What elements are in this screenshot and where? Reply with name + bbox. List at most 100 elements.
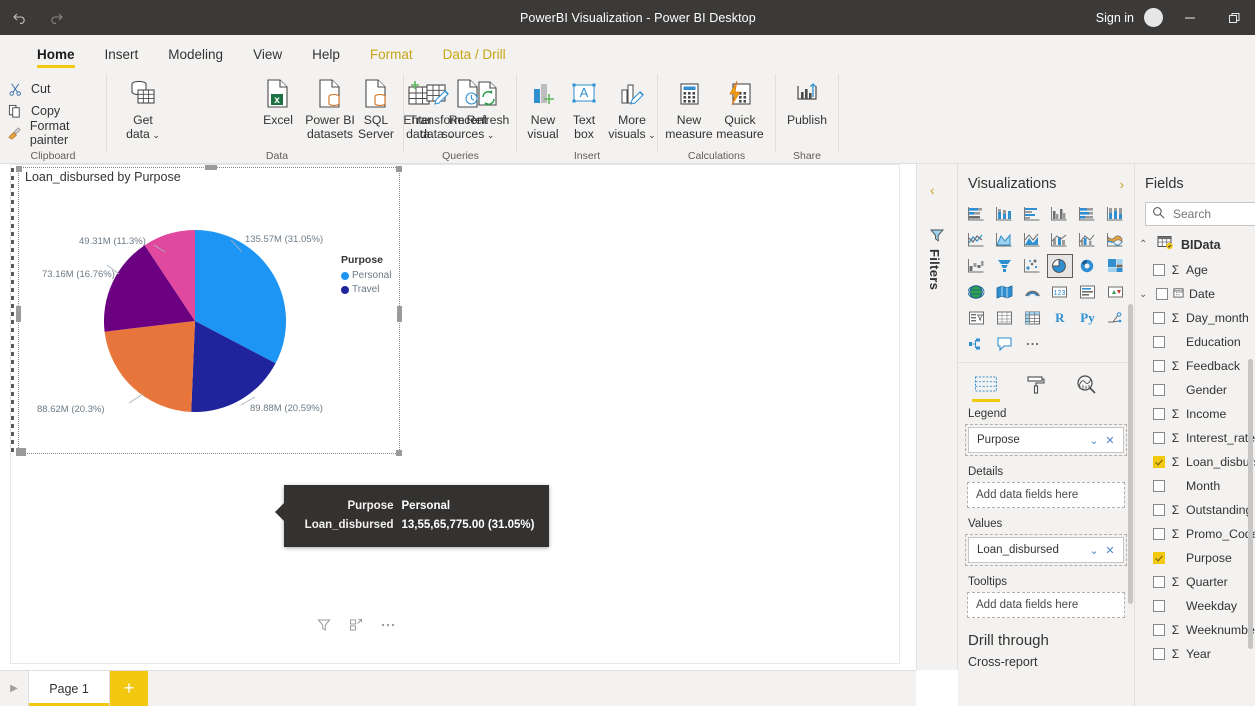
field-item-weekday[interactable]: Weekday <box>1135 594 1255 618</box>
field-checkbox-income[interactable] <box>1153 408 1165 420</box>
fields-pane-icon[interactable] <box>972 372 1000 402</box>
legend-item-travel[interactable]: Travel <box>341 283 391 297</box>
viz-waterfall-chart-icon[interactable] <box>964 254 990 278</box>
resize-handle-top-right[interactable] <box>396 166 402 172</box>
field-checkbox-education[interactable] <box>1153 336 1165 348</box>
field-checkbox-weeknumber[interactable] <box>1153 624 1165 636</box>
undo-icon[interactable] <box>8 7 30 29</box>
fields-table-bidata[interactable]: ⌃ BIData <box>1135 226 1255 258</box>
viz-line-clustered-column-icon[interactable] <box>1075 228 1101 252</box>
well-details-dropzone[interactable]: Add data fields here <box>967 482 1125 508</box>
tab-data-drill[interactable]: Data / Drill <box>428 47 521 69</box>
field-checkbox-weekday[interactable] <box>1153 600 1165 612</box>
sign-in-button[interactable]: Sign in <box>1096 11 1134 25</box>
viz-matrix-icon[interactable] <box>1019 306 1045 330</box>
report-page[interactable]: Loan_disbursed by Purpose 135.57M (31.05… <box>10 164 900 664</box>
viz-qna-icon[interactable] <box>992 332 1018 356</box>
field-item-loan-disbursed[interactable]: Σ Loan_disbursed <box>1135 450 1255 474</box>
field-checkbox-loan-disbursed[interactable] <box>1153 456 1165 468</box>
field-item-age[interactable]: Σ Age <box>1135 258 1255 282</box>
viz-more-visuals-ellipsis-icon[interactable] <box>1019 332 1045 356</box>
viz-stacked-column-chart-icon[interactable] <box>992 202 1018 226</box>
viz-card-icon[interactable]: 123 <box>1047 280 1073 304</box>
viz-clustered-bar-chart-icon[interactable] <box>1019 202 1045 226</box>
field-item-purpose[interactable]: Purpose <box>1135 546 1255 570</box>
field-checkbox-age[interactable] <box>1153 264 1165 276</box>
field-item-gender[interactable]: Gender <box>1135 378 1255 402</box>
tab-home[interactable]: Home <box>22 47 90 69</box>
redo-icon[interactable] <box>46 7 68 29</box>
field-item-month[interactable]: Month <box>1135 474 1255 498</box>
chevron-down-icon[interactable]: ⌄ <box>444 130 454 140</box>
legend-item-personal[interactable]: Personal <box>341 269 391 283</box>
viz-pie-chart-icon[interactable] <box>1046 254 1073 278</box>
viz-stacked-bar-chart-icon[interactable] <box>964 202 990 226</box>
tab-view[interactable]: View <box>238 47 297 69</box>
chevron-down-icon[interactable]: ⌄ <box>1086 544 1102 557</box>
field-checkbox-month[interactable] <box>1153 480 1165 492</box>
avatar[interactable] <box>1144 8 1163 27</box>
field-item-weeknumber[interactable]: Σ Weeknumber <box>1135 618 1255 642</box>
field-item-year[interactable]: Σ Year <box>1135 642 1255 666</box>
field-checkbox-quarter[interactable] <box>1153 576 1165 588</box>
viz-key-influencers-icon[interactable] <box>1102 306 1128 330</box>
tab-format[interactable]: Format <box>355 47 428 69</box>
tab-help[interactable]: Help <box>297 47 355 69</box>
fields-pane-scrollbar[interactable] <box>1248 359 1253 649</box>
focus-mode-icon[interactable] <box>348 617 364 633</box>
resize-handle-top-left[interactable] <box>16 166 22 172</box>
viz-100-stacked-column-chart-icon[interactable] <box>1102 202 1128 226</box>
resize-handle-top[interactable] <box>205 165 217 170</box>
field-checkbox-interest-rate[interactable] <box>1153 432 1165 444</box>
field-item-quarter[interactable]: Σ Quarter <box>1135 570 1255 594</box>
report-canvas[interactable]: Loan_disbursed by Purpose 135.57M (31.05… <box>0 164 916 670</box>
field-checkbox-outstanding[interactable] <box>1153 504 1165 516</box>
field-checkbox-date[interactable] <box>1156 288 1168 300</box>
chevron-down-icon[interactable]: ⌄ <box>150 130 160 140</box>
field-checkbox-feedback[interactable] <box>1153 360 1165 372</box>
viz-filled-map-icon[interactable] <box>992 280 1018 304</box>
field-checkbox-day-month[interactable] <box>1153 312 1165 324</box>
viz-treemap-icon[interactable] <box>1102 254 1128 278</box>
chevron-right-icon[interactable]: › <box>1120 177 1124 192</box>
viz-line-stacked-column-icon[interactable] <box>1047 228 1073 252</box>
viz-python-visual-icon[interactable]: Py <box>1075 306 1101 330</box>
text-box-button[interactable]: A Text box <box>561 74 607 141</box>
new-visual-button[interactable]: New visual <box>520 74 566 141</box>
remove-field-icon[interactable]: ✕ <box>1102 544 1118 557</box>
filters-pane-collapsed[interactable]: ‹ Filters <box>916 164 958 670</box>
quick-measure-button[interactable]: Quick measure <box>711 74 769 141</box>
viz-table-icon[interactable] <box>992 306 1018 330</box>
viz-area-chart-icon[interactable] <box>992 228 1018 252</box>
well-tooltips-dropzone[interactable]: Add data fields here <box>967 592 1125 618</box>
fields-search-box[interactable] <box>1145 202 1255 226</box>
publish-button[interactable]: Publish <box>776 74 838 128</box>
viz-100-stacked-bar-chart-icon[interactable] <box>1075 202 1101 226</box>
field-item-promo-code[interactable]: Σ Promo_Code <box>1135 522 1255 546</box>
get-data-button[interactable]: Get data ⌄ <box>112 74 174 142</box>
restore-button[interactable] <box>1217 0 1251 35</box>
field-checkbox-year[interactable] <box>1153 648 1165 660</box>
viz-scatter-chart-icon[interactable] <box>1019 254 1045 278</box>
field-checkbox-gender[interactable] <box>1153 384 1165 396</box>
chevron-down-icon[interactable]: ⌄ <box>646 130 656 140</box>
remove-field-icon[interactable]: ✕ <box>1102 434 1118 447</box>
field-checkbox-promo-code[interactable] <box>1153 528 1165 540</box>
transform-data-button[interactable]: Transform data ⌄ <box>406 74 468 142</box>
filter-icon[interactable] <box>316 617 332 633</box>
field-item-education[interactable]: Education <box>1135 330 1255 354</box>
format-painter-button[interactable]: Format painter <box>3 119 106 147</box>
viz-decomposition-tree-icon[interactable] <box>964 332 990 356</box>
field-item-income[interactable]: Σ Income <box>1135 402 1255 426</box>
minimize-button[interactable] <box>1173 0 1207 35</box>
viz-ribbon-chart-icon[interactable] <box>1102 228 1128 252</box>
pie-chart-visual[interactable]: Loan_disbursed by Purpose 135.57M (31.05… <box>16 165 402 456</box>
page-tab-page-1[interactable]: Page 1 <box>28 671 110 706</box>
viz-clustered-column-chart-icon[interactable] <box>1047 202 1073 226</box>
more-visuals-button[interactable]: More visuals ⌄ <box>603 74 661 142</box>
resize-handle-bottom-right[interactable] <box>396 450 402 456</box>
viz-funnel-chart-icon[interactable] <box>992 254 1018 278</box>
viz-slicer-icon[interactable] <box>964 306 990 330</box>
tab-modeling[interactable]: Modeling <box>153 47 238 69</box>
filter-icon[interactable] <box>929 227 945 246</box>
